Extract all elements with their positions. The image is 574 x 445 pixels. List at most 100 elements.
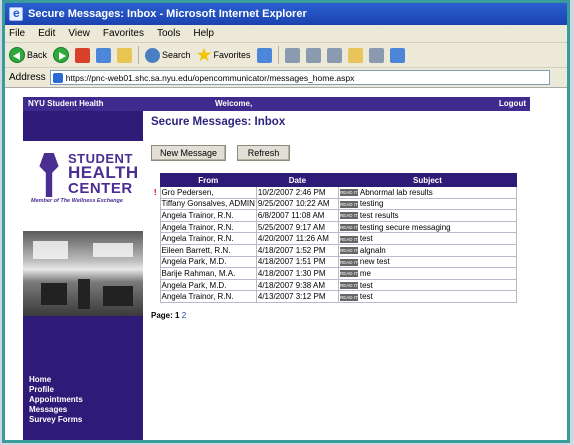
toolbar-separator xyxy=(277,46,279,64)
table-row[interactable]: Eileen Barrett, R.N. 4/18/2007 1:52 PM REA… xyxy=(151,243,518,257)
research-icon[interactable] xyxy=(368,47,384,63)
row-subject-cell[interactable]: READ IT test xyxy=(337,232,518,245)
favorites-label: Favorites xyxy=(213,50,251,60)
student-health-logo: STUDENT HEALTH CENTER Member of The Well… xyxy=(31,149,141,209)
row-from[interactable]: Angela Trainor, R.N. xyxy=(159,232,257,245)
window-title: Secure Messages: Inbox - Microsoft Inter… xyxy=(28,8,307,20)
search-icon xyxy=(145,47,161,63)
back-arrow-icon xyxy=(9,47,25,63)
logout-link[interactable]: Logout xyxy=(499,99,526,108)
table-row[interactable]: Barije Rahman, M.A. 4/18/2007 1:30 PM READ… xyxy=(151,267,518,280)
row-from[interactable]: Barije Rahman, M.A. xyxy=(159,267,257,280)
edit-icon[interactable] xyxy=(326,47,342,63)
row-subject-cell[interactable]: READ IT test xyxy=(337,278,518,292)
table-body: ! Gro Pedersen, 10/2/2007 2:46 PM READ IT Ab… xyxy=(151,186,518,303)
row-from[interactable]: Angela Trainor, R.N. xyxy=(159,290,257,303)
priority-flag xyxy=(151,279,160,291)
row-subject[interactable]: testing xyxy=(360,199,384,208)
nav-messages[interactable]: Messages xyxy=(29,405,83,415)
history-icon[interactable] xyxy=(256,47,272,63)
table-row[interactable]: Angela Park, M.D. 4/18/2007 9:38 AM READ I… xyxy=(151,278,518,292)
stop-icon[interactable] xyxy=(75,47,91,63)
folder-icon[interactable] xyxy=(347,47,363,63)
table-row[interactable]: Angela Trainor, R.N. 4/20/2007 11:26 AM RE… xyxy=(151,232,518,245)
nav-appointments[interactable]: Appointments xyxy=(29,395,83,405)
menu-edit[interactable]: Edit xyxy=(38,28,55,39)
row-subject-cell[interactable]: READ IT testing secure messaging xyxy=(337,220,518,234)
column-date[interactable]: Date xyxy=(255,173,339,187)
nav-home[interactable]: Home xyxy=(29,375,83,385)
torch-icon xyxy=(39,153,59,197)
row-date: 9/25/2007 10:22 AM xyxy=(255,197,339,211)
row-date: 4/18/2007 9:38 AM xyxy=(255,278,339,292)
search-button[interactable]: Search xyxy=(145,47,191,63)
print-icon[interactable] xyxy=(305,47,321,63)
row-from[interactable]: Tiffany Gonsalves, ADMIN xyxy=(159,197,257,211)
home-icon[interactable] xyxy=(117,47,133,63)
row-subject[interactable]: new test xyxy=(360,257,390,266)
address-input[interactable]: https://pnc-web01.shc.sa.nyu.edu/opencom… xyxy=(49,70,550,85)
row-subject-cell[interactable]: READ IT new test xyxy=(337,255,518,269)
refresh-icon[interactable] xyxy=(96,47,112,63)
menu-tools[interactable]: Tools xyxy=(157,28,180,39)
address-url: https://pnc-web01.shc.sa.nyu.edu/opencom… xyxy=(65,72,355,83)
new-message-button[interactable]: New Message xyxy=(151,145,226,161)
messenger-icon[interactable] xyxy=(389,47,405,63)
row-subject[interactable]: testing secure messaging xyxy=(360,223,451,232)
read-it-badge: READ IT xyxy=(339,247,358,255)
read-it-badge: READ IT xyxy=(339,223,358,231)
row-subject-cell[interactable]: READ IT algnaln xyxy=(337,243,518,257)
row-from[interactable]: Angela Trainor, R.N. xyxy=(159,220,257,234)
row-subject[interactable]: test xyxy=(360,234,373,243)
table-row[interactable]: Angela Trainor, R.N. 6/8/2007 11:08 AM REA… xyxy=(151,209,518,222)
row-subject-cell[interactable]: READ IT testing xyxy=(337,197,518,211)
table-header-row: From Date Subject xyxy=(151,173,518,187)
column-subject[interactable]: Subject xyxy=(337,173,518,187)
row-from[interactable]: Angela Park, M.D. xyxy=(159,278,257,292)
table-row[interactable]: ! Gro Pedersen, 10/2/2007 2:46 PM READ IT Ab… xyxy=(151,186,518,199)
ie-icon xyxy=(9,6,23,21)
priority-flag xyxy=(151,221,160,233)
mail-icon[interactable] xyxy=(284,47,300,63)
row-subject-cell[interactable]: READ IT test xyxy=(337,290,518,303)
page-title: Secure Messages: Inbox xyxy=(151,116,286,128)
refresh-button[interactable]: Refresh xyxy=(237,145,290,161)
row-from[interactable]: Angela Trainor, R.N. xyxy=(159,209,257,222)
row-date: 4/18/2007 1:30 PM xyxy=(255,267,339,280)
row-subject-cell[interactable]: READ IT test results xyxy=(337,209,518,222)
menu-view[interactable]: View xyxy=(68,28,90,39)
row-subject[interactable]: algnaln xyxy=(360,246,386,255)
read-it-badge: READ IT xyxy=(339,200,358,208)
table-row[interactable]: Angela Park, M.D. 4/18/2007 1:51 PM READ I… xyxy=(151,255,518,269)
row-from[interactable]: Gro Pedersen, xyxy=(159,186,257,199)
nav-profile[interactable]: Profile xyxy=(29,385,83,395)
column-from[interactable]: From xyxy=(159,173,257,187)
row-from[interactable]: Angela Park, M.D. xyxy=(159,255,257,269)
row-subject-cell[interactable]: READ IT Abnormal lab results xyxy=(337,186,518,199)
back-label: Back xyxy=(27,50,48,60)
row-subject[interactable]: me xyxy=(360,269,371,278)
table-row[interactable]: Tiffany Gonsalves, ADMIN 9/25/2007 10:22 … xyxy=(151,197,518,211)
pagination: Page: 1 2 xyxy=(151,311,186,320)
favorites-button[interactable]: Favorites xyxy=(196,47,251,63)
lobby-photo xyxy=(23,231,143,316)
site-name: NYU Student Health xyxy=(28,99,104,108)
row-subject[interactable]: test xyxy=(360,281,373,290)
row-from[interactable]: Eileen Barrett, R.N. xyxy=(159,243,257,257)
forward-arrow-icon[interactable] xyxy=(53,47,70,63)
toolbar-separator xyxy=(138,46,140,64)
side-navigation: Home Profile Appointments Messages Surve… xyxy=(29,375,83,425)
menu-file[interactable]: File xyxy=(9,28,25,39)
nav-survey-forms[interactable]: Survey Forms xyxy=(29,415,83,425)
row-subject[interactable]: test xyxy=(360,292,373,301)
menu-favorites[interactable]: Favorites xyxy=(103,28,144,39)
row-subject[interactable]: test results xyxy=(360,211,399,220)
table-row[interactable]: Angela Trainor, R.N. 4/13/2007 3:12 PM REA… xyxy=(151,290,518,303)
priority-flag xyxy=(151,233,160,245)
menu-help[interactable]: Help xyxy=(193,28,214,39)
row-subject[interactable]: Abnormal lab results xyxy=(360,188,433,197)
row-subject-cell[interactable]: READ IT me xyxy=(337,267,518,280)
table-row[interactable]: Angela Trainor, R.N. 5/25/2007 9:17 AM REA… xyxy=(151,220,518,234)
back-button[interactable]: Back xyxy=(9,47,47,63)
pager-page-2-link[interactable]: 2 xyxy=(182,311,186,320)
